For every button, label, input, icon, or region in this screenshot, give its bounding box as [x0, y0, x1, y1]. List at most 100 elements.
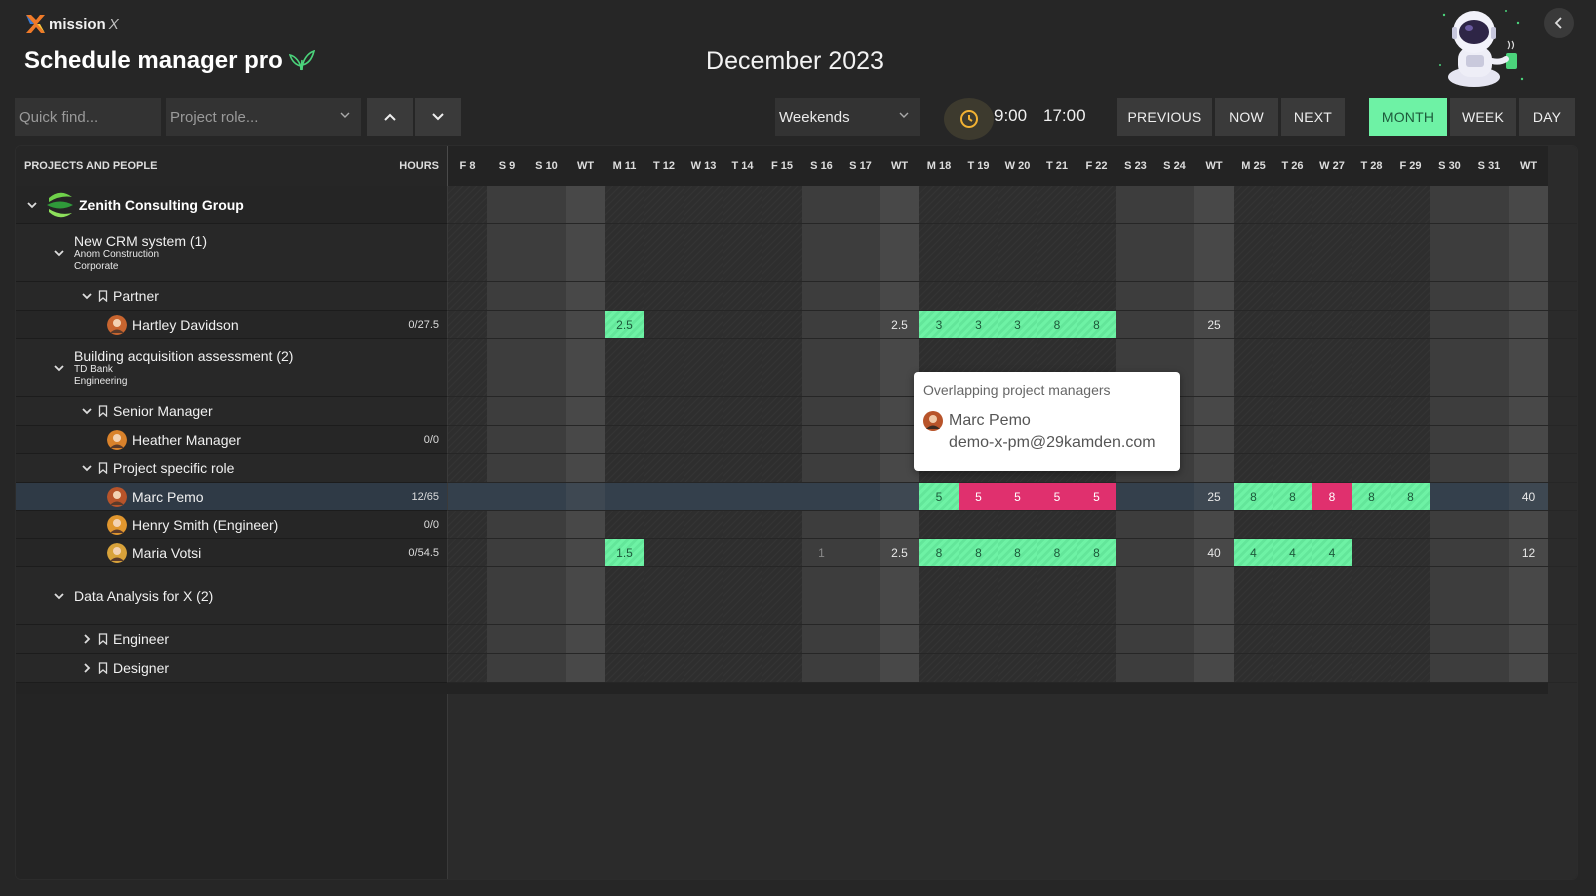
day-cell[interactable]: [684, 186, 723, 223]
day-cell[interactable]: [1273, 339, 1312, 396]
day-cell[interactable]: [1312, 224, 1352, 281]
day-cell[interactable]: [1194, 224, 1234, 281]
hours-cell[interactable]: 8: [998, 539, 1037, 566]
day-cell[interactable]: [1352, 567, 1391, 624]
day-cell[interactable]: [1469, 539, 1509, 566]
day-cell[interactable]: [762, 483, 802, 510]
day-cell[interactable]: [841, 454, 880, 482]
day-cell[interactable]: [1509, 426, 1548, 453]
day-cell[interactable]: [762, 397, 802, 425]
hours-cell[interactable]: 40: [1509, 483, 1548, 510]
day-cell[interactable]: [1116, 282, 1155, 310]
day-cell[interactable]: [762, 282, 802, 310]
day-cell[interactable]: [527, 224, 566, 281]
day-cell[interactable]: [762, 339, 802, 396]
now-button[interactable]: NOW: [1215, 98, 1278, 136]
hours-cell[interactable]: 8: [1391, 483, 1430, 510]
day-cell[interactable]: [527, 654, 566, 682]
day-cell[interactable]: [998, 511, 1037, 538]
day-cell[interactable]: [487, 311, 527, 338]
next-button[interactable]: NEXT: [1281, 98, 1345, 136]
day-cell[interactable]: [566, 311, 605, 338]
day-cell[interactable]: [1312, 282, 1352, 310]
day-cell[interactable]: [1273, 426, 1312, 453]
day-cell[interactable]: [919, 186, 959, 223]
day-cell[interactable]: [1391, 539, 1430, 566]
day-cell[interactable]: [684, 311, 723, 338]
day-cell[interactable]: [959, 654, 998, 682]
day-cell[interactable]: [1116, 567, 1155, 624]
day-cell[interactable]: [644, 426, 684, 453]
hours-cell[interactable]: 8: [1037, 311, 1077, 338]
day-cell[interactable]: [723, 654, 762, 682]
day-cell[interactable]: [1509, 339, 1548, 396]
day-cell[interactable]: [1077, 511, 1116, 538]
day-cell[interactable]: [1155, 282, 1194, 310]
day-cell[interactable]: [644, 224, 684, 281]
chevron-down-icon[interactable]: [80, 461, 94, 475]
day-cell[interactable]: [1234, 282, 1273, 310]
day-cell[interactable]: [1234, 511, 1273, 538]
day-cell[interactable]: [1234, 311, 1273, 338]
day-cell[interactable]: [1391, 511, 1430, 538]
day-cell[interactable]: [1469, 483, 1509, 510]
day-cell[interactable]: [448, 339, 487, 396]
day-cell[interactable]: [1234, 397, 1273, 425]
day-cell[interactable]: [723, 539, 762, 566]
day-cell[interactable]: [1469, 511, 1509, 538]
day-cell[interactable]: [1391, 454, 1430, 482]
day-cell[interactable]: [487, 539, 527, 566]
role-row[interactable]: Designer: [16, 654, 448, 683]
hours-cell[interactable]: 3: [998, 311, 1037, 338]
day-cell[interactable]: [605, 426, 644, 453]
day-cell[interactable]: [762, 625, 802, 653]
day-cell[interactable]: [566, 654, 605, 682]
day-cell[interactable]: [1312, 454, 1352, 482]
hours-cell[interactable]: 8: [1273, 483, 1312, 510]
day-cell[interactable]: [1155, 186, 1194, 223]
day-cell[interactable]: [1469, 282, 1509, 310]
day-cell[interactable]: [1273, 654, 1312, 682]
day-cell[interactable]: [644, 397, 684, 425]
day-cell[interactable]: [566, 454, 605, 482]
day-cell[interactable]: [1234, 625, 1273, 653]
day-cell[interactable]: [684, 224, 723, 281]
day-cell[interactable]: [1352, 426, 1391, 453]
day-cell[interactable]: [487, 224, 527, 281]
day-cell[interactable]: [487, 282, 527, 310]
day-cell[interactable]: [1430, 454, 1469, 482]
day-cell[interactable]: [448, 567, 487, 624]
project-row[interactable]: New CRM system (1) Anom Construction Corpo…: [16, 224, 448, 282]
day-cell[interactable]: [605, 454, 644, 482]
day-cell[interactable]: [448, 625, 487, 653]
day-cell[interactable]: [1234, 224, 1273, 281]
day-cell[interactable]: [1312, 426, 1352, 453]
person-row[interactable]: Hartley Davidson 0/27.5: [16, 311, 448, 339]
day-cell[interactable]: [723, 483, 762, 510]
day-view-button[interactable]: DAY: [1519, 98, 1575, 136]
day-cell[interactable]: [1430, 426, 1469, 453]
day-cell[interactable]: [1509, 625, 1548, 653]
day-cell[interactable]: [1509, 567, 1548, 624]
day-cell[interactable]: [527, 567, 566, 624]
day-cell[interactable]: [959, 186, 998, 223]
day-cell[interactable]: [1469, 654, 1509, 682]
day-cell[interactable]: [1155, 483, 1194, 510]
day-cell[interactable]: [566, 483, 605, 510]
day-cell[interactable]: [487, 567, 527, 624]
day-cell[interactable]: [723, 454, 762, 482]
day-cell[interactable]: [1430, 339, 1469, 396]
day-cell[interactable]: [1469, 311, 1509, 338]
day-cell[interactable]: [1234, 339, 1273, 396]
day-cell[interactable]: [1273, 224, 1312, 281]
day-cell[interactable]: [684, 339, 723, 396]
day-cell[interactable]: [448, 426, 487, 453]
end-time[interactable]: 17:00: [1043, 106, 1086, 126]
hours-cell[interactable]: 4: [1312, 539, 1352, 566]
day-cell[interactable]: [723, 511, 762, 538]
day-cell[interactable]: [684, 511, 723, 538]
day-cell[interactable]: [527, 454, 566, 482]
day-cell[interactable]: [1469, 224, 1509, 281]
day-cell[interactable]: [1234, 426, 1273, 453]
day-cell[interactable]: [1312, 625, 1352, 653]
